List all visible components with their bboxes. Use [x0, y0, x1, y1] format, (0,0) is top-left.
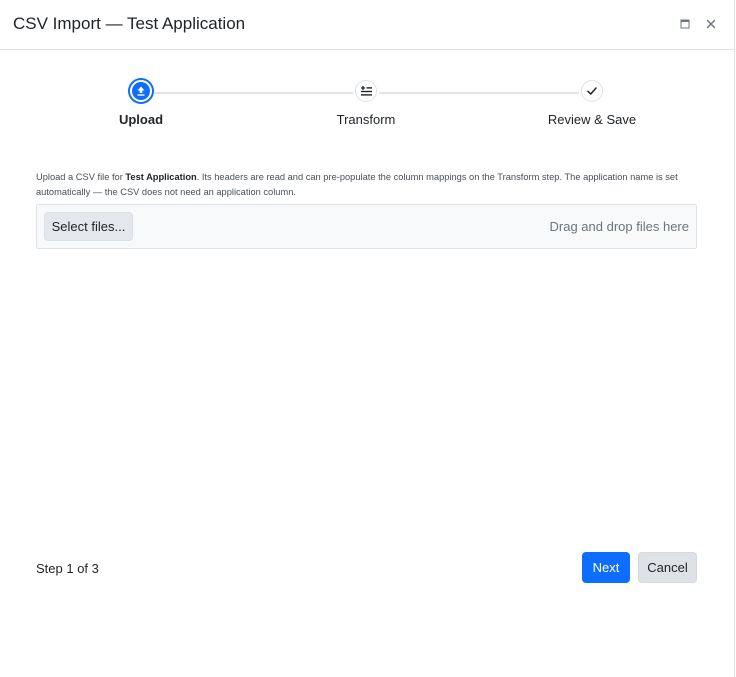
step-label-transform: Transform: [336, 112, 396, 127]
checkmark-icon: [581, 80, 603, 102]
upload-icon: [130, 80, 152, 102]
cancel-button[interactable]: Cancel: [638, 552, 697, 583]
step-upload[interactable]: Upload: [61, 78, 221, 127]
step-label-review-save: Review & Save: [547, 112, 637, 127]
wizard-stepper: Upload Transform Review & Save: [0, 78, 734, 134]
close-icon[interactable]: [703, 15, 719, 33]
step-counter: Step 1 of 3: [36, 561, 99, 576]
step-transform[interactable]: Transform: [286, 78, 446, 127]
application-name: Test Application: [125, 172, 197, 182]
step-review-save[interactable]: Review & Save: [512, 78, 672, 127]
csv-import-dialog: CSV Import — Test Application Upload Tra…: [0, 0, 735, 677]
upload-description: Upload a CSV file for Test Application. …: [36, 170, 700, 200]
next-button[interactable]: Next: [582, 552, 630, 583]
step-label-upload: Upload: [118, 112, 164, 127]
dialog-titlebar: CSV Import — Test Application: [0, 0, 734, 50]
file-drop-zone[interactable]: Select files... Drag and drop files here: [36, 204, 697, 249]
description-prefix: Upload a CSV file for: [36, 172, 126, 182]
select-files-button[interactable]: Select files...: [44, 212, 133, 241]
dialog-title: CSV Import — Test Application: [13, 14, 246, 33]
transform-list-icon: [355, 80, 377, 102]
drop-hint: Drag and drop files here: [549, 219, 689, 234]
maximize-icon[interactable]: [677, 15, 693, 33]
